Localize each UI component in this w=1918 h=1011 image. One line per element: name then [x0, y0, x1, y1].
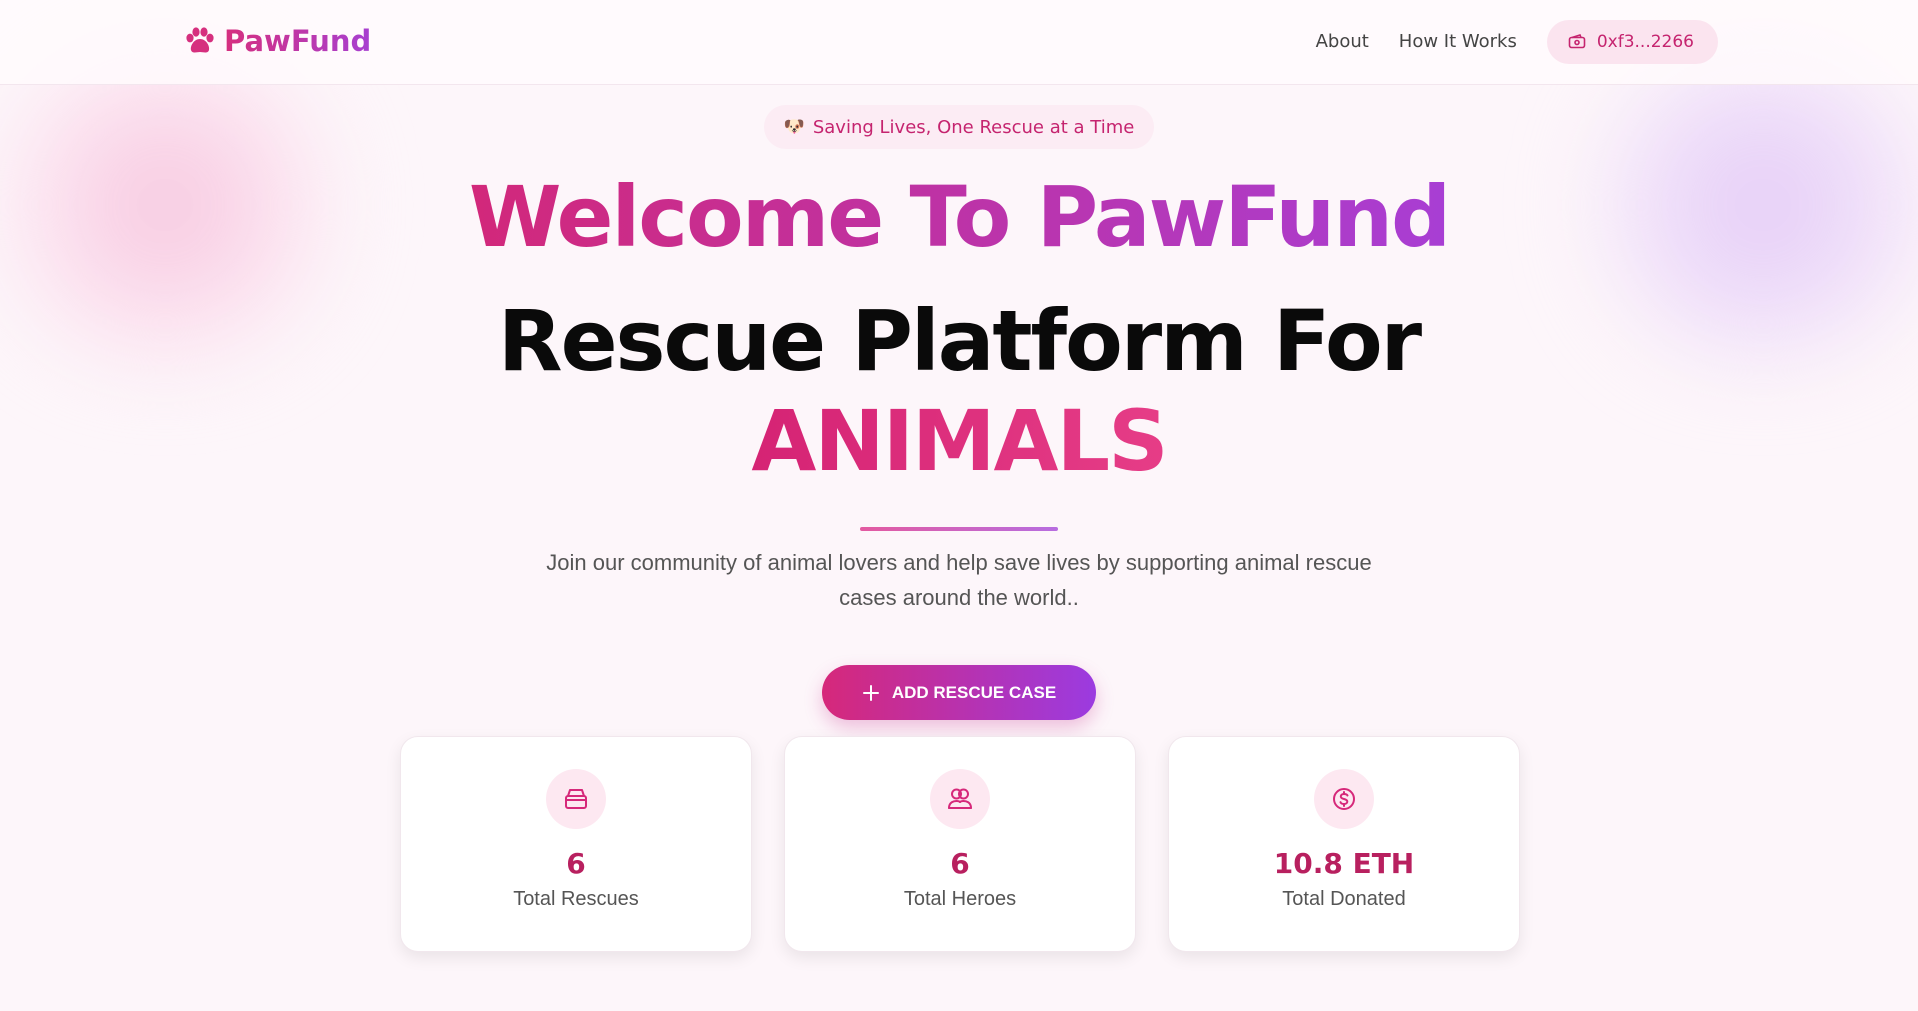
wallet-address: 0xf3...2266 [1596, 32, 1694, 52]
stat-card-heroes: 6 Total Heroes [784, 736, 1136, 952]
paw-icon [186, 27, 214, 53]
title-divider [860, 527, 1058, 531]
title-line-1: Welcome To PawFund [468, 168, 1451, 266]
nav-links: About How It Works 0xf3...2266 [1316, 20, 1718, 64]
stat-label: Total Heroes [903, 888, 1017, 910]
stat-value: 10.8 ETH [1273, 847, 1415, 880]
stat-value: 6 [950, 847, 970, 880]
hero-subtitle: Join our community of animal lovers and … [546, 550, 1372, 610]
wallet-icon [1568, 34, 1586, 49]
tagline-badge: 🐶 Saving Lives, One Rescue at a Time [763, 105, 1155, 149]
dog-icon: 🐶 [783, 117, 805, 137]
add-rescue-case-button[interactable]: ADD RESCUE CASE [821, 665, 1097, 720]
stat-card-rescues: 6 Total Rescues [400, 736, 752, 952]
box-icon [565, 789, 587, 809]
brand-logo[interactable]: PawFund [184, 24, 371, 58]
stat-label: Total Donated [1282, 888, 1406, 910]
title-line-3: ANIMALS [751, 392, 1168, 490]
brand-name: PawFund [224, 24, 372, 58]
title-line-2: Rescue Platform For [497, 292, 1422, 390]
hero-section: 🐶 Saving Lives, One Rescue at a Time Wel… [0, 85, 1918, 720]
wallet-button[interactable]: 0xf3...2266 [1546, 20, 1718, 64]
stats-section: 6 Total Rescues 6 Total Heroes 10.8 ETH [400, 736, 1520, 952]
navbar: PawFund About How It Works 0xf3...2266 [0, 0, 1918, 85]
stat-value: 6 [566, 847, 586, 880]
stat-card-donated: 10.8 ETH Total Donated [1168, 736, 1520, 952]
plus-icon [862, 684, 879, 701]
dollar-circle-icon [1333, 788, 1355, 810]
add-rescue-case-label: ADD RESCUE CASE [891, 682, 1057, 702]
hero-title: Welcome To PawFund Rescue Platform For A… [0, 149, 1918, 515]
users-icon [948, 788, 972, 809]
tagline-text: Saving Lives, One Rescue at a Time [812, 116, 1135, 138]
nav-about[interactable]: About [1316, 20, 1369, 64]
stat-label: Total Rescues [513, 888, 639, 910]
nav-how-it-works[interactable]: How It Works [1399, 20, 1517, 64]
